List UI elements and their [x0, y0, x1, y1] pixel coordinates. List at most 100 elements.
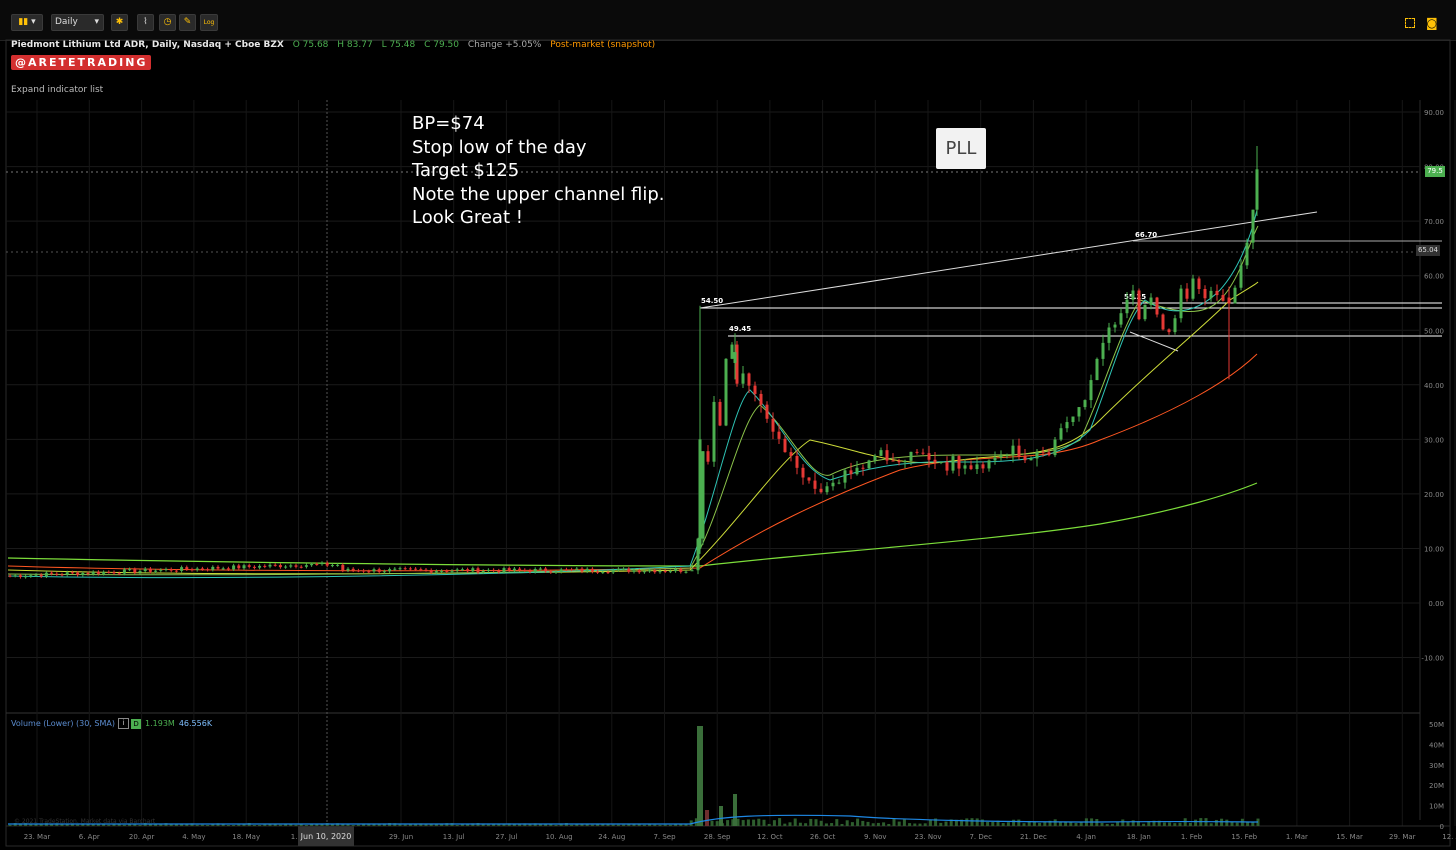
candle-body	[226, 568, 230, 570]
volume-bar	[611, 824, 615, 826]
candle-body	[538, 568, 542, 570]
candle-body	[679, 569, 683, 572]
time-tick-label: 18. May	[232, 833, 260, 841]
price-tick-label: 30.00	[1424, 436, 1444, 444]
annotation-line: Target $125	[412, 160, 520, 181]
level-label: 49.45	[729, 325, 751, 333]
candle-body	[206, 569, 210, 571]
candle-body	[1023, 456, 1027, 461]
candle-body	[819, 488, 823, 493]
candle-body	[653, 570, 657, 573]
volume-bar	[726, 820, 730, 826]
candle-body	[1215, 290, 1219, 296]
candle-body	[1041, 451, 1045, 453]
candle-body	[1107, 327, 1111, 343]
candle-body	[915, 451, 919, 453]
time-tick-label: 21. Dec	[1020, 833, 1047, 841]
volume-bar	[991, 821, 995, 826]
volume-bar	[752, 819, 756, 826]
candle-body	[533, 568, 537, 572]
price-tick-label: 10.00	[1424, 545, 1444, 553]
candle-body	[29, 575, 33, 577]
volume-bar-spike	[697, 726, 703, 826]
candle-body	[44, 572, 48, 577]
candle-body	[999, 455, 1003, 458]
candle-body	[975, 464, 979, 470]
expand-indicator-list[interactable]: Expand indicator list	[11, 85, 103, 95]
candle-body	[969, 465, 973, 470]
time-tick-label: 6. Apr	[79, 833, 100, 841]
candle-body	[735, 344, 739, 384]
candle-body	[13, 575, 17, 577]
price-tick-label: 20.00	[1424, 491, 1444, 499]
candle-body	[8, 575, 12, 577]
trade-annotation: BP=$74 Stop low of the day Target $125 N…	[412, 112, 664, 230]
volume-bar	[1069, 822, 1073, 826]
candle-body	[712, 401, 716, 462]
candle-body	[294, 565, 298, 567]
candle-body	[76, 572, 80, 576]
candle-body	[486, 569, 490, 571]
candle-body	[398, 568, 402, 570]
volume-bar	[590, 824, 594, 826]
candle-body	[1245, 242, 1249, 266]
candle-body	[341, 564, 345, 571]
volume-bar	[908, 823, 912, 826]
candle-body	[336, 564, 340, 566]
candle-body	[96, 571, 100, 574]
candle-body	[159, 569, 163, 571]
time-tick-label: 1. Mar	[1286, 833, 1308, 841]
candle-body	[180, 567, 184, 571]
candle-body	[1065, 422, 1069, 429]
price-chart[interactable]: 90.0080.0070.0060.0050.0040.0030.0020.00…	[0, 0, 1456, 850]
crosshair-date-label: Jun 10, 2020	[300, 832, 352, 841]
volume-bar	[252, 824, 256, 826]
candle-body	[148, 568, 152, 572]
candle-body	[497, 570, 501, 573]
low-value: L 75.48	[381, 40, 416, 50]
change-value: Change +5.05%	[467, 40, 542, 50]
candle-body	[39, 574, 43, 577]
candle-body	[237, 565, 241, 569]
candle-body	[460, 569, 464, 571]
volume-bar	[1022, 823, 1026, 826]
candle-body	[741, 373, 745, 384]
candle-body	[377, 569, 381, 572]
volume-bar	[830, 823, 834, 826]
candle-body	[154, 570, 158, 572]
candle-body	[724, 358, 728, 426]
time-tick-label: 12. Apr	[1442, 833, 1456, 841]
candle-body	[771, 418, 775, 432]
volume-bar	[1162, 822, 1166, 826]
candle-body	[1143, 304, 1147, 320]
ticker-label-box: PLL	[936, 128, 986, 169]
volume-bar	[440, 824, 444, 826]
volume-bar	[466, 824, 470, 826]
candle-body	[611, 570, 615, 573]
candle-body	[138, 571, 142, 573]
candle-body	[1227, 297, 1231, 303]
candle-body	[585, 568, 589, 572]
sma-100-line	[7, 353, 1258, 572]
candle-body	[315, 564, 319, 566]
candle-body	[945, 462, 949, 471]
candle-body	[951, 456, 955, 471]
candle-body	[200, 568, 204, 570]
time-tick-label: 18. Jan	[1127, 833, 1151, 841]
candle-body	[1161, 314, 1165, 330]
candle-body	[1029, 458, 1033, 461]
annotation-line: Note the upper channel flip.	[412, 183, 665, 205]
volume-bar	[939, 822, 943, 826]
candle-body	[424, 569, 428, 571]
info-icon[interactable]: i	[118, 718, 130, 729]
candle-body	[70, 572, 74, 574]
volume-indicator-label: Volume (Lower) (30, SMA) i D 1.193M 46.556K	[11, 718, 213, 729]
volume-bar	[206, 824, 210, 826]
time-tick-label: 23. Nov	[914, 833, 941, 841]
volume-bar	[1074, 822, 1078, 826]
volume-value: 1.193M	[145, 719, 175, 728]
volume-bar	[845, 820, 849, 826]
candle-body	[1191, 278, 1195, 299]
candle-body	[855, 467, 859, 475]
candle-body	[575, 568, 579, 570]
